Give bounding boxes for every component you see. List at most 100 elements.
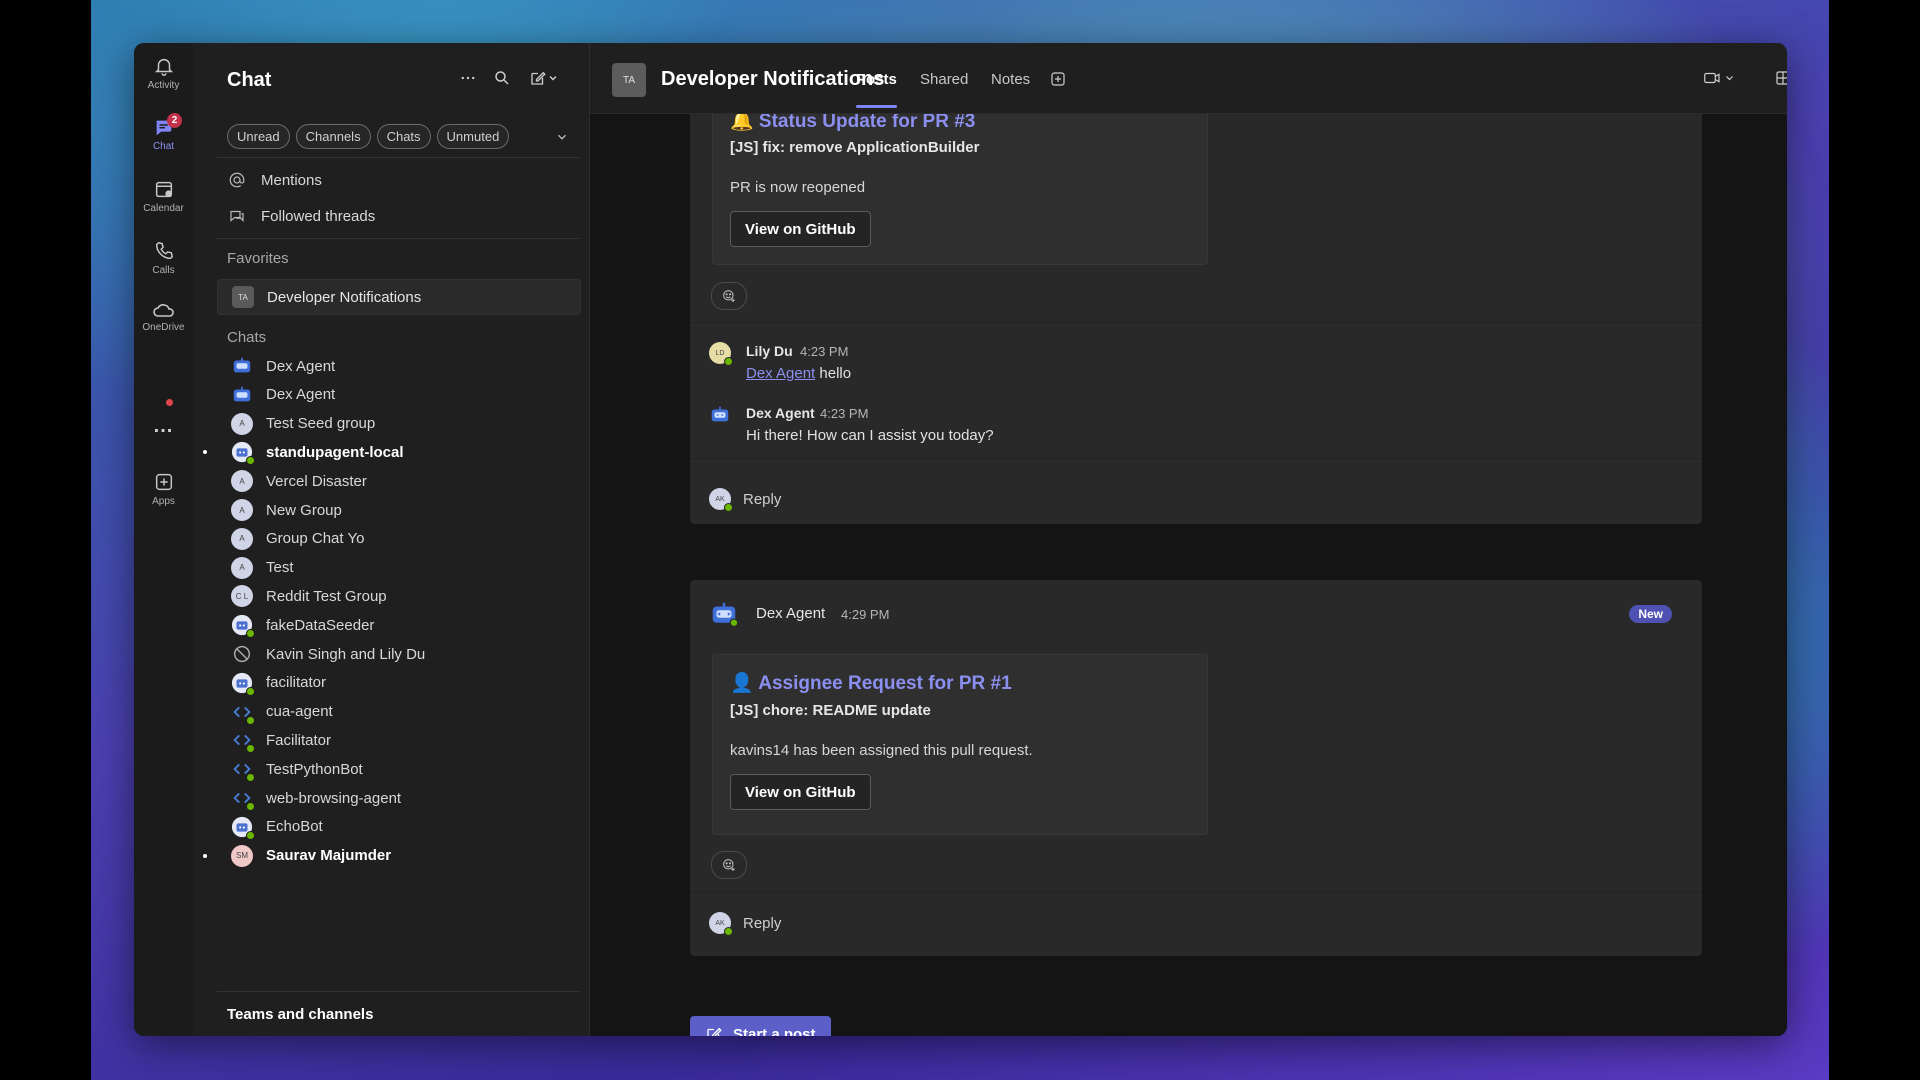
reply-text: Hi there! How can I assist you today? bbox=[746, 427, 994, 444]
post-author: Dex Agent bbox=[756, 605, 826, 622]
app-rail: Activity 2 Chat Calendar Calls OneDrive … bbox=[134, 43, 193, 1036]
chat-item[interactable]: fakeDataSeeder bbox=[217, 609, 579, 641]
cloud-icon bbox=[152, 304, 174, 317]
filter-channels[interactable]: Channels bbox=[295, 124, 371, 149]
rail-apps-label: Apps bbox=[152, 496, 175, 507]
post-status-update: 🔔 Status Update for PR #3 [JS] fix: remo… bbox=[690, 114, 1702, 524]
nav-mentions[interactable]: Mentions bbox=[227, 165, 322, 195]
rail-onedrive-label: OneDrive bbox=[142, 322, 185, 333]
channel-header: TA Developer Notifications Posts Shared … bbox=[590, 43, 1787, 114]
channel-title: Developer Notifications bbox=[661, 68, 885, 90]
emoji-add-icon bbox=[723, 859, 735, 871]
chat-item-label: web-browsing-agent bbox=[266, 789, 402, 807]
rail-calendar[interactable]: Calendar bbox=[134, 178, 193, 214]
chat-item[interactable]: C L Reddit Test Group bbox=[217, 580, 579, 612]
chat-item[interactable]: Facilitator bbox=[217, 724, 579, 756]
add-tab-icon[interactable] bbox=[1049, 70, 1067, 93]
chat-item[interactable]: web-browsing-agent bbox=[217, 782, 579, 814]
chat-item-label: New Group bbox=[266, 501, 342, 519]
tab-posts[interactable]: Posts bbox=[856, 71, 897, 108]
chat-item[interactable]: A Vercel Disaster bbox=[217, 465, 579, 497]
card-subtitle: [JS] fix: remove ApplicationBuilder bbox=[730, 139, 980, 156]
chat-item-label: Reddit Test Group bbox=[266, 587, 387, 605]
reply-time: 4:23 PM bbox=[800, 344, 849, 359]
bell-icon bbox=[154, 58, 173, 76]
nav-followed-threads[interactable]: Followed threads bbox=[227, 201, 375, 231]
team-avatar: TA bbox=[232, 286, 254, 308]
chat-filters: Unread Channels Chats Unmuted bbox=[227, 124, 510, 149]
add-reaction-button[interactable] bbox=[711, 851, 747, 879]
calendar-icon bbox=[155, 181, 172, 198]
filter-unmuted[interactable]: Unmuted bbox=[436, 124, 510, 149]
chat-item[interactable]: A Test bbox=[217, 552, 579, 584]
chat-item[interactable]: A Group Chat Yo bbox=[217, 523, 579, 555]
chat-item[interactable]: SM Saurav Majumder bbox=[203, 840, 579, 872]
chat-item[interactable]: Kavin Singh and Lily Du bbox=[217, 638, 579, 670]
tab-shared[interactable]: Shared bbox=[920, 71, 968, 88]
new-chat-icon[interactable] bbox=[527, 69, 561, 92]
divider bbox=[217, 157, 579, 158]
rail-activity[interactable]: Activity bbox=[134, 55, 193, 91]
chat-item[interactable]: TestPythonBot bbox=[217, 753, 579, 785]
chat-item-label: facilitator bbox=[266, 674, 327, 692]
card-title: 🔔 Status Update for PR #3 bbox=[730, 114, 976, 132]
rail-onedrive[interactable]: OneDrive bbox=[134, 301, 193, 333]
chats-header[interactable]: Chats bbox=[227, 329, 266, 346]
add-reaction-button[interactable] bbox=[711, 282, 747, 310]
card-subtitle: [JS] chore: README update bbox=[730, 702, 931, 719]
rail-calendar-label: Calendar bbox=[143, 203, 184, 214]
chat-list-pane: Chat Unread Channels Chats Unmuted Menti… bbox=[193, 43, 590, 1036]
chat-item[interactable]: A Test Seed group bbox=[217, 408, 579, 440]
card-title: 👤 Assignee Request for PR #1 bbox=[730, 673, 1012, 694]
view-on-github-button[interactable]: View on GitHub bbox=[730, 211, 871, 247]
filter-chats[interactable]: Chats bbox=[376, 124, 431, 149]
chat-item-label: Vercel Disaster bbox=[266, 472, 367, 490]
layout-icon[interactable] bbox=[1774, 69, 1787, 92]
tab-notes[interactable]: Notes bbox=[991, 71, 1030, 88]
teams-and-channels-header[interactable]: Teams and channels bbox=[227, 1006, 373, 1023]
search-icon[interactable] bbox=[493, 69, 511, 92]
new-badge: New bbox=[1629, 605, 1672, 623]
post-time: 4:29 PM bbox=[841, 607, 890, 622]
rail-activity-label: Activity bbox=[147, 80, 180, 91]
group-avatar: C L bbox=[231, 585, 253, 608]
reply-text: Dex Agent hello bbox=[746, 365, 852, 382]
mention-dex-agent[interactable]: Dex Agent bbox=[746, 365, 815, 382]
favorites-header[interactable]: Favorites bbox=[227, 250, 289, 267]
group-avatar: A bbox=[231, 556, 253, 579]
view-on-github-button[interactable]: View on GitHub bbox=[730, 774, 871, 810]
compose-icon bbox=[707, 1027, 722, 1036]
start-post-label: Start a post bbox=[733, 1025, 816, 1037]
chat-item-label: Dex Agent bbox=[266, 386, 336, 404]
chat-item[interactable]: EchoBot bbox=[217, 811, 579, 843]
chat-item[interactable]: facilitator bbox=[217, 667, 579, 699]
rail-more[interactable]: ... bbox=[134, 399, 193, 438]
bot-avatar bbox=[709, 599, 739, 629]
filters-expand-icon[interactable] bbox=[555, 130, 569, 149]
reply-button[interactable]: AK Reply bbox=[690, 474, 1702, 524]
filter-unread[interactable]: Unread bbox=[227, 124, 290, 149]
video-call-icon[interactable] bbox=[1699, 69, 1739, 92]
chat-item[interactable]: A New Group bbox=[217, 494, 579, 526]
rail-chat-label: Chat bbox=[152, 141, 175, 152]
rail-chat[interactable]: 2 Chat bbox=[134, 113, 193, 152]
divider bbox=[690, 322, 1702, 323]
chat-item[interactable]: cua-agent bbox=[217, 696, 579, 728]
avatar: LD bbox=[709, 342, 733, 366]
more-options-icon[interactable] bbox=[459, 69, 477, 92]
rail-calls[interactable]: Calls bbox=[134, 240, 193, 276]
card-body: kavins14 has been assigned this pull req… bbox=[730, 742, 1033, 759]
chat-item[interactable]: Dex Agent bbox=[217, 350, 579, 382]
favorite-developer-notifications[interactable]: TA Developer Notifications bbox=[217, 279, 581, 315]
chat-item-label: Test Seed group bbox=[266, 415, 376, 433]
favorite-label: Developer Notifications bbox=[267, 288, 422, 306]
start-post-button[interactable]: Start a post bbox=[690, 1016, 831, 1036]
chat-item[interactable]: Dex Agent bbox=[217, 379, 579, 411]
rail-apps[interactable]: Apps bbox=[134, 471, 193, 507]
divider bbox=[690, 891, 1702, 892]
chat-item[interactable]: standupagent-local bbox=[203, 436, 579, 468]
nav-followed-label: Followed threads bbox=[261, 207, 376, 225]
chat-item-label: Saurav Majumder bbox=[266, 847, 392, 865]
reply-button[interactable]: AK Reply bbox=[690, 898, 1702, 948]
chat-item-label: Facilitator bbox=[266, 731, 332, 749]
